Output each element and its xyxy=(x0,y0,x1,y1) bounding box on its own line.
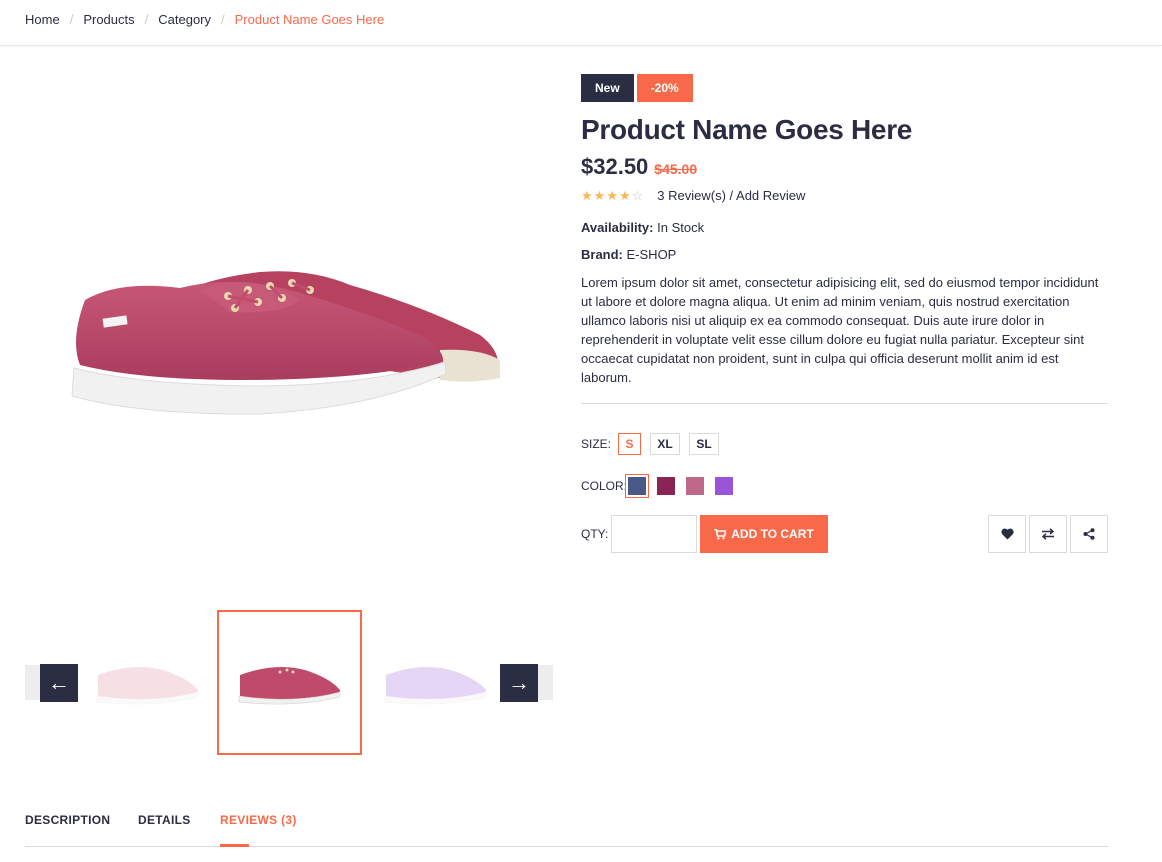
color-swatch-3[interactable] xyxy=(683,474,707,498)
shoe-thumb-image xyxy=(384,666,486,705)
star-icon: ★ xyxy=(593,188,606,203)
carousel-prev-button[interactable]: ← xyxy=(40,664,78,702)
divider xyxy=(581,403,1108,404)
product-tabs: DESCRIPTION DETAILS REVIEWS (3) xyxy=(25,813,1108,847)
availability-label: Availability: xyxy=(581,220,654,235)
availability: Availability: In Stock xyxy=(581,220,1108,235)
color-options: COLOR: xyxy=(581,474,1108,498)
arrow-right-icon: → xyxy=(508,670,530,695)
brand: Brand: E-SHOP xyxy=(581,247,1108,262)
product-description: Lorem ipsum dolor sit amet, consectetur … xyxy=(581,275,1099,385)
star-icon: ★ xyxy=(581,188,593,203)
carousel-next-button[interactable]: → xyxy=(500,664,538,702)
qty-label: QTY: xyxy=(581,527,609,541)
star-icon: ★ xyxy=(606,188,618,203)
color-swatch-fill xyxy=(628,477,646,495)
cart-icon xyxy=(714,528,727,539)
breadcrumb: Home / Products / Category / Product Nam… xyxy=(25,12,384,27)
rating-row: ★ ★ ★ ★ ☆ 3 Review(s) / Add Review xyxy=(581,188,1108,203)
quantity-row: QTY: ADD TO CART xyxy=(581,515,1108,553)
breadcrumb-separator: / xyxy=(221,12,225,27)
breadcrumb-products[interactable]: Products xyxy=(83,12,134,27)
color-swatch-fill xyxy=(686,477,704,495)
product-title: Product Name Goes Here xyxy=(581,114,913,145)
active-tab-indicator xyxy=(220,844,249,847)
thumbnail-1[interactable] xyxy=(75,610,220,755)
star-rating: ★ ★ ★ ★ ☆ xyxy=(581,189,643,202)
thumbnail-carousel: ← → xyxy=(25,610,553,756)
product-main-image[interactable] xyxy=(60,250,510,430)
color-label: COLOR: xyxy=(581,479,628,493)
brand-label: Brand: xyxy=(581,247,623,262)
product-old-price: $45.00 xyxy=(654,161,698,177)
breadcrumb-current: Product Name Goes Here xyxy=(234,12,385,27)
add-to-cart-label: ADD TO CART xyxy=(731,527,814,541)
wishlist-button[interactable] xyxy=(988,515,1026,553)
tab-details[interactable]: DETAILS xyxy=(138,813,191,827)
share-icon xyxy=(1083,528,1095,540)
heart-icon xyxy=(1000,528,1014,540)
color-swatch-2[interactable] xyxy=(654,474,678,498)
breadcrumb-home[interactable]: Home xyxy=(25,12,60,27)
star-icon: ☆ xyxy=(631,188,644,203)
product-actions xyxy=(988,515,1108,553)
shoe-thumb-image xyxy=(238,666,340,705)
thumbnail-3[interactable] xyxy=(363,610,508,755)
exchange-icon xyxy=(1041,528,1055,540)
product-price: $32.50 xyxy=(581,154,649,179)
size-option-sl[interactable]: SL xyxy=(689,433,719,455)
shoe-image xyxy=(71,271,500,415)
size-option-s[interactable]: S xyxy=(618,433,641,455)
new-badge: New xyxy=(581,74,634,102)
brand-value: E-SHOP xyxy=(626,247,677,262)
arrow-left-icon: ← xyxy=(48,670,70,695)
size-options: SIZE: S XL SL xyxy=(581,433,1108,455)
breadcrumb-category[interactable]: Category xyxy=(158,12,211,27)
breadcrumb-bar: Home / Products / Category / Product Nam… xyxy=(0,0,1162,46)
availability-value: In Stock xyxy=(657,220,705,235)
discount-badge: -20% xyxy=(636,74,693,102)
shoe-thumb-image xyxy=(96,666,198,705)
quantity-input[interactable] xyxy=(611,515,697,553)
price-row: $32.50 $45.00 xyxy=(581,154,1108,180)
product-details: New -20% Product Name Goes Here $32.50 $… xyxy=(581,74,1108,553)
size-label: SIZE: xyxy=(581,437,612,451)
color-swatch-1[interactable] xyxy=(625,474,649,498)
breadcrumb-separator: / xyxy=(144,12,149,27)
thumbnail-2[interactable] xyxy=(217,610,362,755)
reviews-link[interactable]: 3 Review(s) / Add Review xyxy=(657,188,805,203)
tab-description[interactable]: DESCRIPTION xyxy=(25,813,110,827)
color-swatches xyxy=(625,474,741,498)
tab-reviews[interactable]: REVIEWS (3) xyxy=(220,813,297,827)
star-icon: ★ xyxy=(618,188,631,203)
color-swatch-fill xyxy=(715,477,733,495)
color-swatch-4[interactable] xyxy=(712,474,736,498)
breadcrumb-separator: / xyxy=(69,12,74,27)
share-button[interactable] xyxy=(1070,515,1108,553)
size-option-xl[interactable]: XL xyxy=(650,433,680,455)
compare-button[interactable] xyxy=(1029,515,1067,553)
add-to-cart-button[interactable]: ADD TO CART xyxy=(700,515,828,553)
color-swatch-fill xyxy=(657,477,675,495)
product-labels: New -20% xyxy=(581,74,1108,102)
